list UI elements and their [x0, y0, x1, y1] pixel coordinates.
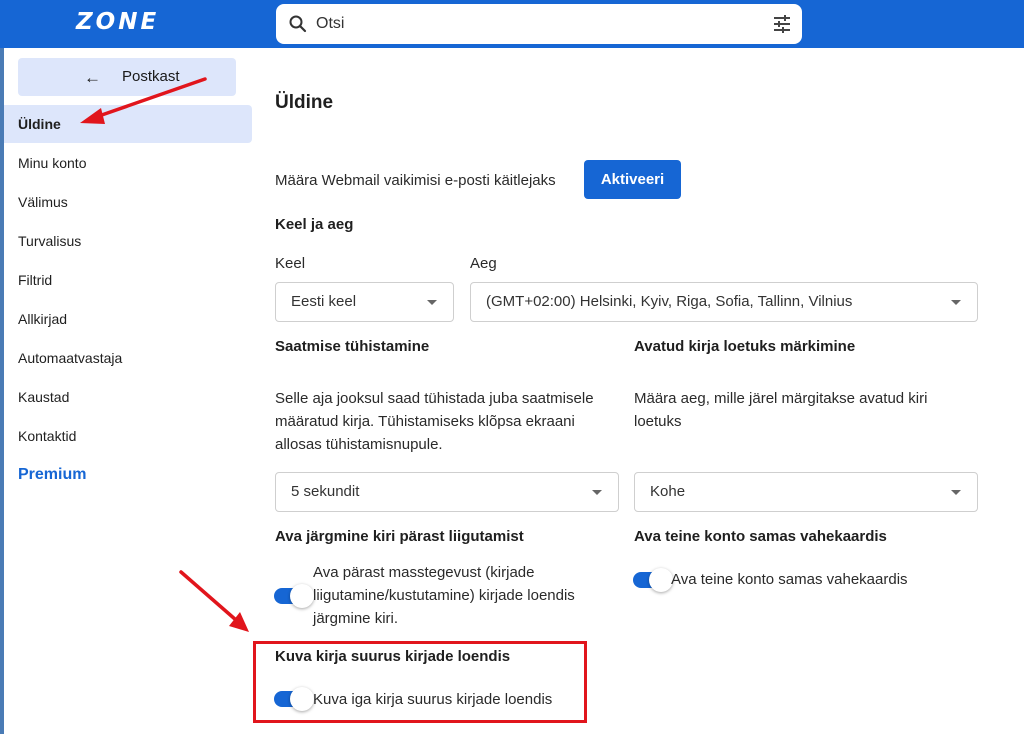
back-button-label: Postkast — [122, 68, 180, 85]
undo-send-select[interactable]: 5 sekundit — [275, 472, 619, 512]
default-client-text: Määra Webmail vaikimisi e-posti käitleja… — [275, 172, 556, 189]
toggle-label-line: järgmine kiri. — [313, 610, 399, 627]
undo-send-select-value: 5 sekundit — [291, 483, 360, 500]
chevron-down-icon — [951, 300, 961, 305]
back-to-inbox-button[interactable]: ← Postkast — [18, 58, 236, 96]
sidebar-item-autoresponder[interactable]: Automaatvastaja — [4, 339, 252, 377]
description-line: Määra aeg, mille järel märgitakse avatud… — [634, 390, 928, 407]
other-account-heading: Ava teine konto samas vahekaardis — [634, 528, 887, 545]
open-next-heading: Ava järgmine kiri pärast liigutamist — [275, 528, 524, 545]
other-account-toggle[interactable] — [633, 568, 673, 592]
sidebar-item-folders[interactable]: Kaustad — [4, 378, 252, 416]
sidebar-item-appearance[interactable]: Välimus — [4, 183, 252, 221]
search-icon — [289, 15, 307, 33]
description-line: allosas tühistamisnupule. — [275, 436, 443, 453]
sidebar-item-my-account[interactable]: Minu konto — [4, 144, 252, 182]
open-next-toggle-label: Ava pärast masstegevust (kirjade liiguta… — [313, 561, 613, 630]
toggle-label-line: Ava pärast masstegevust (kirjade — [313, 564, 535, 581]
toggle-knob — [649, 568, 673, 592]
open-next-toggle[interactable] — [274, 584, 314, 608]
timezone-select-value: (GMT+02:00) Helsinki, Kyiv, Riga, Sofia,… — [486, 293, 853, 310]
description-line: määratud kirja. Tühistamiseks klõpsa ekr… — [275, 413, 575, 430]
other-account-toggle-label: Ava teine konto samas vahekaardis — [671, 571, 908, 588]
sidebar-item-premium[interactable]: Premium — [4, 456, 252, 494]
language-select[interactable]: Eesti keel — [275, 282, 454, 322]
language-time-heading: Keel ja aeg — [275, 216, 354, 233]
sidebar-item-filters[interactable]: Filtrid — [4, 261, 252, 299]
chevron-down-icon — [951, 490, 961, 495]
time-label: Aeg — [470, 255, 497, 272]
language-label: Keel — [275, 255, 306, 272]
zone-logo[interactable]: ZONE — [76, 9, 159, 35]
activate-button[interactable]: Aktiveeri — [584, 160, 681, 199]
toggle-label-line: liigutamine/kustutamine) kirjade loendis — [313, 587, 575, 604]
description-line: loetuks — [634, 413, 682, 430]
sidebar-item-contacts[interactable]: Kontaktid — [4, 417, 252, 455]
search-bar[interactable]: Otsi — [276, 4, 802, 44]
mark-read-heading: Avatud kirja loetuks märkimine — [634, 338, 856, 355]
undo-send-heading: Saatmise tühistamine — [275, 338, 430, 355]
mark-read-select-value: Kohe — [650, 483, 686, 500]
language-select-value: Eesti keel — [291, 293, 357, 310]
mark-read-select[interactable]: Kohe — [634, 472, 978, 512]
undo-send-description: Selle aja jooksul saad tühistada juba sa… — [275, 387, 625, 456]
settings-sidebar: ← Postkast Üldine Minu konto Välimus Tur… — [4, 48, 252, 734]
top-bar: ZONE Otsi — [0, 0, 1024, 48]
page-title: Üldine — [275, 92, 334, 113]
toggle-knob — [290, 584, 314, 608]
sidebar-item-security[interactable]: Turvalisus — [4, 222, 252, 260]
chevron-down-icon — [592, 490, 602, 495]
sidebar-item-general[interactable]: Üldine — [4, 105, 252, 143]
timezone-select[interactable]: (GMT+02:00) Helsinki, Kyiv, Riga, Sofia,… — [470, 282, 978, 322]
highlight-box — [253, 641, 587, 723]
settings-content: Üldine Määra Webmail vaikimisi e-posti k… — [252, 48, 1024, 734]
arrow-left-icon: ← — [84, 68, 101, 87]
filter-sliders-icon[interactable] — [772, 14, 792, 34]
chevron-down-icon — [427, 300, 437, 305]
description-line: Selle aja jooksul saad tühistada juba sa… — [275, 390, 594, 407]
search-input[interactable]: Otsi — [316, 15, 344, 33]
mark-read-description: Määra aeg, mille järel märgitakse avatud… — [634, 387, 974, 433]
sidebar-item-signatures[interactable]: Allkirjad — [4, 300, 252, 338]
